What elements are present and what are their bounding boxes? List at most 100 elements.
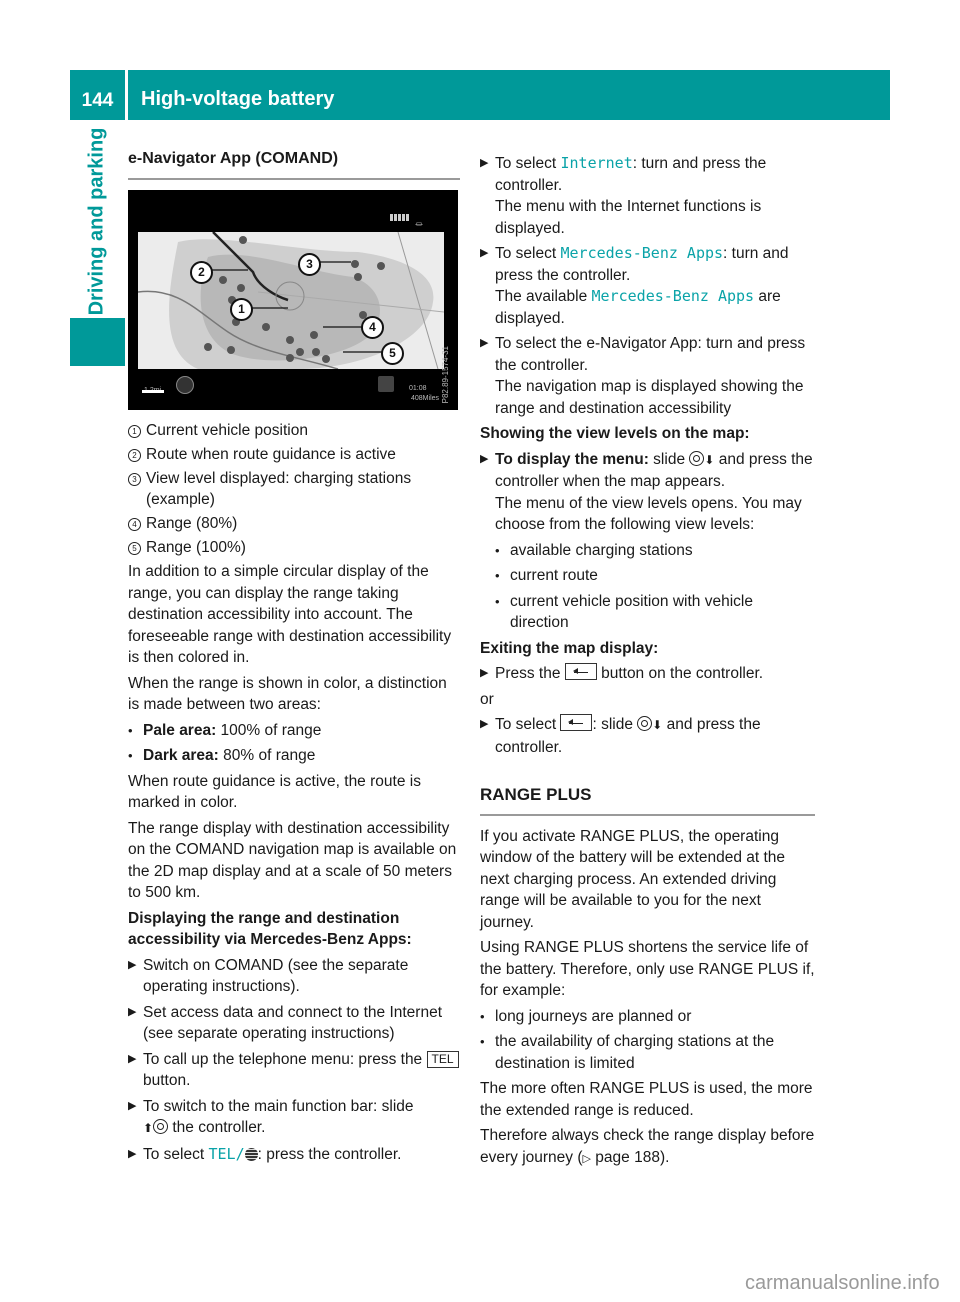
paragraph: The more often RANGE PLUS is used, the m… (480, 1080, 813, 1119)
step-arrow-icon: ▶ (128, 1052, 137, 1065)
step-arrow-icon: ▶ (480, 452, 489, 465)
bullet-icon: • (128, 748, 133, 763)
compass-icon (176, 375, 194, 394)
step-arrow-icon: ▶ (480, 718, 489, 730)
bullet-text: the availability of charging stations at… (495, 1033, 775, 1072)
charging-station (322, 354, 330, 363)
globe-icon (244, 1147, 258, 1161)
step-text: To switch to the main function bar: slid… (143, 1097, 414, 1115)
list-item: • the availability of charging stations … (480, 1031, 815, 1074)
charging-station (262, 322, 270, 331)
list-item: • Pale area: 100% of range (128, 720, 460, 742)
step-arrow-icon: ▶ (128, 958, 137, 971)
callout-1: 1 (230, 297, 253, 321)
left-column: e-Navigator App (COMAND) ⏛ 2 1 3 4 5 01:… (128, 148, 460, 1169)
instruction-step: ▶ To select the e-Navigator App: turn an… (480, 333, 815, 419)
tel-button-key: TEL (426, 1050, 459, 1068)
step-text: To select (143, 1145, 209, 1163)
slide-up-arrow-icon: ⬆ (143, 1121, 154, 1135)
page-number-text: 144 (81, 90, 114, 111)
charging-station (310, 330, 318, 339)
instruction-step: ▶ To select : slide ⬇ and press the cont… (480, 714, 815, 758)
bullet-icon: • (495, 568, 500, 583)
paragraph: When the range is shown in color, a dist… (128, 674, 447, 714)
bullet-icon: • (480, 1034, 485, 1049)
legend-item: 3 View level displayed: charging station… (128, 468, 460, 511)
instruction-step: ▶ To call up the telephone menu: press t… (128, 1049, 460, 1092)
battery-icon (390, 213, 410, 221)
instruction-step: ▶ To select Mercedes-Benz Apps: turn and… (480, 243, 815, 329)
legend-item: 4 Range (80%) (128, 513, 460, 535)
legend-text: Range (80%) (146, 515, 238, 532)
instruction-step: ▶ To select Internet: turn and press the… (480, 153, 815, 239)
figure-code: P82.89-1574-31 (440, 346, 450, 404)
list-item: • long journeys are planned or (480, 1006, 815, 1028)
right-column: ▶ To select Internet: turn and press the… (480, 153, 815, 1174)
charging-station (227, 345, 235, 354)
paragraph: If you activate RANGE PLUS, the operatin… (480, 827, 786, 931)
instruction-step: ▶ Switch on COMAND (see the separate ope… (128, 955, 460, 998)
instruction-step: ▶ Set access data and connect to the Int… (128, 1002, 460, 1045)
step-text: To call up the telephone menu: press the (143, 1050, 427, 1068)
step-text: button. (143, 1072, 191, 1089)
destination-icon (378, 375, 394, 392)
step-text: : slide (592, 716, 638, 733)
map-scale-bar (142, 389, 164, 393)
map-area: 2 1 3 4 5 (138, 231, 444, 369)
legend-text: Current vehicle position (146, 421, 308, 439)
paragraph: Therefore always check the range display… (480, 1125, 815, 1170)
section-title-range-plus: RANGE PLUS (480, 784, 815, 816)
charging-station (351, 259, 359, 268)
page-reference-link[interactable]: page 188 (595, 1149, 660, 1166)
section-title: e-Navigator App (COMAND) (128, 148, 460, 180)
side-section-tab: Driving and parking (72, 127, 122, 315)
paragraph: The range display with destination acces… (128, 819, 457, 902)
step-arrow-icon: ▶ (480, 667, 489, 679)
callout-3: 3 (298, 252, 321, 276)
list-item: • Dark area: 80% of range (128, 745, 460, 767)
legend-number: 3 (128, 472, 141, 486)
list-item: • current vehicle position with vehicle … (480, 591, 815, 634)
charging-station (354, 272, 362, 281)
bullet-icon: • (480, 1008, 485, 1024)
menu-item-tel: TEL/ (208, 1144, 245, 1163)
instruction-step: ▶ To select TEL/: press the controller. (128, 1144, 460, 1166)
list-item: • available charging stations (480, 540, 815, 562)
legend-number: 5 (128, 542, 141, 555)
legend-text: Route when route guidance is active (146, 445, 396, 463)
menu-item-internet: Internet (560, 154, 633, 172)
bullet-icon: • (495, 542, 500, 558)
step-text: Press the (495, 665, 565, 682)
side-section-label: Driving and parking (85, 127, 108, 315)
bullet-icon: • (495, 593, 500, 609)
step-text: Set access data and connect to the Inter… (143, 1003, 443, 1043)
charging-station (239, 235, 247, 244)
menu-item-mercedes-benz-apps: Mercedes-Benz Apps (560, 244, 724, 262)
back-button-icon (560, 714, 593, 731)
area-text: 100% of range (216, 721, 322, 739)
charging-station (237, 283, 245, 292)
paragraph-text: ). (659, 1148, 670, 1166)
step-result: The menu of the view levels opens. You m… (495, 494, 802, 534)
step-result: The available (495, 288, 592, 305)
paragraph: In addition to a simple circular display… (128, 563, 452, 666)
legend-text: Range (100%) (146, 539, 246, 556)
back-button-icon (564, 663, 597, 680)
charging-station (204, 342, 212, 351)
view-level-text: current vehicle position with vehicle di… (510, 592, 753, 632)
step-text: To select the e-Navigator App: turn and … (495, 335, 806, 374)
instruction-step: ▶ Press the button on the controller. (480, 663, 815, 685)
view-level-text: current route (510, 567, 598, 584)
step-arrow-icon: ▶ (480, 157, 489, 169)
step-text: To select (495, 155, 561, 172)
step-arrow-icon: ▶ (480, 337, 489, 349)
paragraph: When route guidance is active, the route… (128, 772, 421, 812)
charging-station (312, 347, 320, 356)
figure-legend: 1 Current vehicle position 2 Route when … (128, 420, 460, 559)
area-label: Dark area: (143, 747, 219, 764)
legend-number: 4 (128, 518, 141, 531)
instruction-step: ▶ To display the menu: slide ⬇ and press… (480, 449, 815, 536)
charging-station (219, 275, 227, 284)
page-reference-arrow-icon: ▷ (582, 1152, 591, 1165)
callout-5: 5 (381, 341, 404, 365)
